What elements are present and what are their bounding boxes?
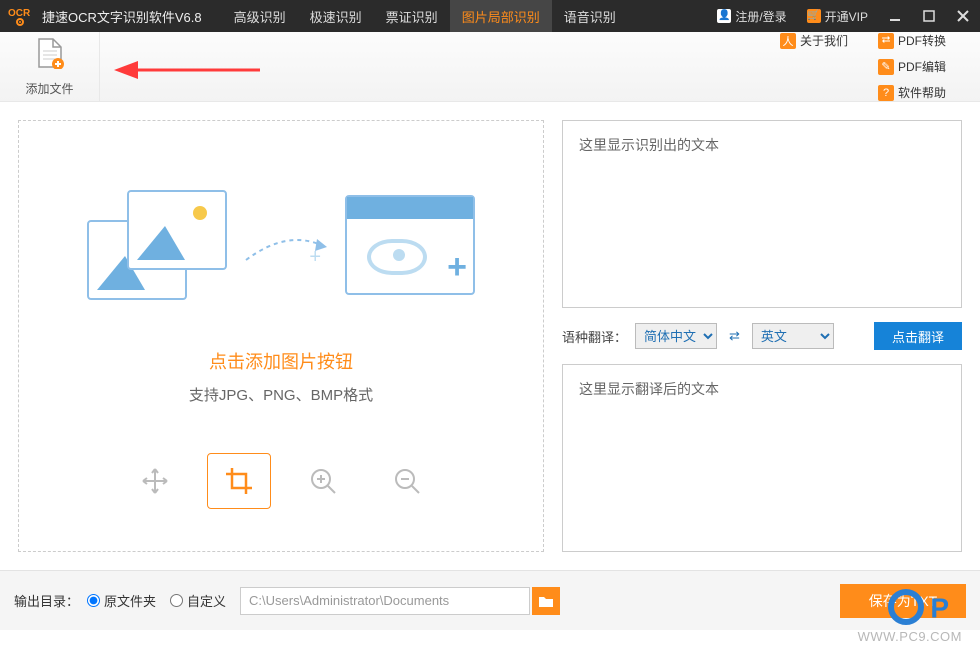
drop-zone[interactable]: + + 点击添加图片按钮 支持JPG、PNG、BMP格式 [18,120,544,552]
result-panel: 这里显示识别出的文本 语种翻译： 简体中文 ⇄ 英文 点击翻译 这里显示翻译后的… [562,120,962,552]
add-file-label: 添加文件 [25,80,73,97]
lang-to-select[interactable]: 英文 [752,323,834,349]
nav-ticket[interactable]: 票证识别 [374,0,450,32]
file-add-icon [35,37,65,76]
toolbar: 添加文件 人关于我们 ⮂PDF转换 ✎PDF编辑 ?软件帮助 [0,32,980,102]
zoom-in-tool[interactable] [301,459,345,503]
folder-icon [538,594,554,608]
person-icon: 人 [780,33,796,49]
svg-text:OCR: OCR [8,8,31,19]
quick-links: 人关于我们 ⮂PDF转换 ✎PDF编辑 ?软件帮助 [770,21,980,113]
app-title: 捷速OCR文字识别软件V6.8 [42,7,222,26]
pdf-edit-link[interactable]: ✎PDF编辑 [878,55,970,79]
nav-fast[interactable]: 极速识别 [298,0,374,32]
translate-controls: 语种翻译： 简体中文 ⇄ 英文 点击翻译 [562,322,962,350]
main-nav: 高级识别 极速识别 票证识别 图片局部识别 语音识别 [222,0,628,32]
zoom-out-tool[interactable] [385,459,429,503]
help-label: 软件帮助 [898,84,946,101]
prompt-title: 点击添加图片按钮 [209,348,353,374]
swap-lang-button[interactable]: ⇄ [725,328,744,344]
radio-original[interactable]: 原文件夹 [87,591,156,610]
about-label: 关于我们 [800,32,848,49]
help-link[interactable]: ?软件帮助 [878,81,970,105]
radio-original-label: 原文件夹 [104,591,156,610]
pdf-convert-label: PDF转换 [898,32,946,49]
radio-custom[interactable]: 自定义 [170,591,226,610]
nav-image-part[interactable]: 图片局部识别 [450,0,552,32]
pdf-edit-label: PDF编辑 [898,58,946,75]
preview-box-icon: + [345,195,475,295]
prompt-sub: 支持JPG、PNG、BMP格式 [189,384,373,405]
nav-advanced[interactable]: 高级识别 [222,0,298,32]
convert-icon: ⮂ [878,33,894,49]
crop-tool[interactable] [217,459,261,503]
watermark-url: WWW.PC9.COM [858,629,962,644]
translate-label: 语种翻译： [562,327,627,346]
translated-result-box[interactable]: 这里显示翻译后的文本 [562,364,962,552]
image-tools [133,459,429,503]
pdf-convert-link[interactable]: ⮂PDF转换 [878,29,970,53]
help-icon: ? [878,85,894,101]
main-area: + + 点击添加图片按钮 支持JPG、PNG、BMP格式 这里显示识别出的文本 … [0,102,980,570]
lang-from-select[interactable]: 简体中文 [635,323,717,349]
browse-folder-button[interactable] [532,587,560,615]
move-tool[interactable] [133,459,177,503]
arrow-dots-icon: + [241,225,331,265]
about-link[interactable]: 人关于我们 [780,29,872,53]
watermark-logo: P [888,592,950,628]
nav-voice[interactable]: 语音识别 [552,0,628,32]
radio-original-input[interactable] [87,594,100,607]
radio-custom-input[interactable] [170,594,183,607]
app-logo: OCR [0,6,42,26]
hint-arrow-icon [110,60,270,80]
radio-custom-label: 自定义 [187,591,226,610]
output-path-input[interactable] [240,587,530,615]
ocr-result-box[interactable]: 这里显示识别出的文本 [562,120,962,308]
bottom-bar: 输出目录： 原文件夹 自定义 保存为TXT [0,570,980,630]
image-stack-icon [87,190,227,300]
translate-button[interactable]: 点击翻译 [874,322,962,350]
edit-icon: ✎ [878,59,894,75]
user-icon: 👤 [717,9,731,23]
illustration: + + [87,170,475,320]
output-label: 输出目录： [14,591,79,610]
add-file-button[interactable]: 添加文件 [0,32,100,102]
